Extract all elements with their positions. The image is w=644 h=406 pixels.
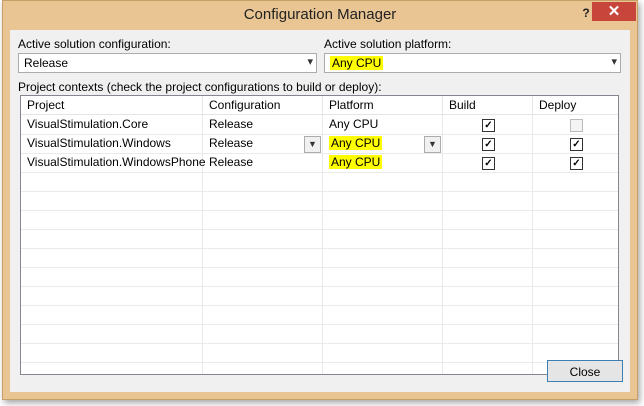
column-header-deploy[interactable]: Deploy — [533, 96, 618, 115]
chevron-down-icon: ▾ — [307, 56, 313, 68]
grid-line — [21, 343, 618, 344]
column-header-platform[interactable]: Platform — [323, 96, 443, 115]
build-checkbox-windows[interactable]: ✓ — [482, 138, 495, 151]
grid-line — [21, 362, 618, 363]
column-header-project[interactable]: Project — [21, 96, 203, 115]
window-title: Configuration Manager — [243, 6, 397, 23]
build-checkbox-windowsphone[interactable]: ✓ — [482, 157, 495, 170]
dialog-client-area: Active solution configuration: Release ▾… — [10, 30, 630, 392]
close-button[interactable]: Close — [547, 360, 623, 382]
active-config-value: Release — [24, 56, 69, 70]
grid-line — [21, 267, 618, 268]
active-config-select[interactable]: Release ▾ — [18, 53, 317, 73]
project-contexts-grid: Project Configuration Platform Build Dep… — [20, 95, 619, 375]
grid-line — [21, 324, 618, 325]
platform-value-windowsphone: Any CPU — [329, 155, 383, 169]
grid-line — [21, 172, 618, 173]
project-contexts-label: Project contexts (check the project conf… — [18, 80, 382, 94]
column-header-configuration[interactable]: Configuration — [203, 96, 323, 115]
row-platform-windows[interactable]: Any CPU — [323, 134, 383, 153]
active-config-label: Active solution configuration: — [18, 37, 171, 51]
active-platform-value: Any CPU — [330, 56, 384, 70]
deploy-checkbox-core — [570, 119, 583, 132]
deploy-checkbox-windows[interactable]: ✓ — [570, 138, 583, 151]
title-bar[interactable]: Configuration Manager ? ✕ — [3, 1, 637, 30]
row-project-windowsphone: VisualStimulation.WindowsPhone — [27, 155, 206, 169]
grid-line — [21, 248, 618, 249]
configuration-manager-window: Configuration Manager ? ✕ Active solutio… — [2, 0, 638, 400]
column-header-build[interactable]: Build — [443, 96, 533, 115]
deploy-checkbox-windowsphone[interactable]: ✓ — [570, 157, 583, 170]
chevron-down-icon: ▾ — [611, 56, 617, 68]
row-configuration-windowsphone[interactable]: Release — [203, 153, 253, 172]
row-project-windows: VisualStimulation.Windows — [27, 136, 171, 150]
grid-line — [21, 305, 618, 306]
window-close-button[interactable]: ✕ — [592, 2, 636, 21]
active-platform-select[interactable]: Any CPU ▾ — [324, 53, 621, 73]
grid-line — [21, 286, 618, 287]
grid-line — [21, 229, 618, 230]
chevron-down-icon[interactable]: ▼ — [424, 136, 441, 153]
grid-line — [21, 210, 618, 211]
row-configuration-windows[interactable]: Release — [203, 134, 253, 153]
row-configuration-core[interactable]: Release — [203, 115, 253, 134]
chevron-down-icon[interactable]: ▼ — [304, 136, 321, 153]
grid-line — [21, 191, 618, 192]
row-platform-core[interactable]: Any CPU — [323, 115, 378, 134]
build-checkbox-core[interactable]: ✓ — [482, 119, 495, 132]
row-project-core: VisualStimulation.Core — [27, 117, 149, 131]
platform-value-windows: Any CPU — [329, 136, 383, 150]
row-platform-windowsphone[interactable]: Any CPU — [323, 153, 383, 172]
active-platform-label: Active solution platform: — [324, 37, 452, 51]
